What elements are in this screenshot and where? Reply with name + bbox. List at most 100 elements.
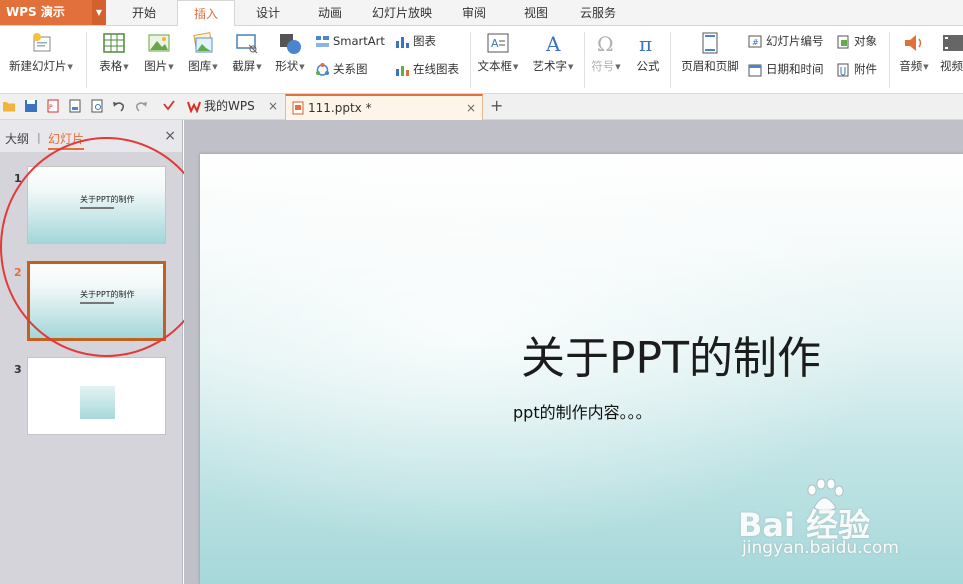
shape-button[interactable]: 形状▼ [270, 31, 310, 74]
screenshot-icon [236, 34, 258, 54]
online-chart-button[interactable]: 在线图表 [395, 60, 459, 78]
table-icon [103, 33, 125, 53]
formula-label: 公式 [636, 59, 660, 73]
smartart-label: SmartArt [333, 34, 385, 48]
tab-slideshow[interactable]: 幻灯片放映 [364, 0, 440, 26]
print-icon[interactable] [68, 99, 82, 113]
app-menu-dropdown-icon[interactable]: ▼ [92, 0, 106, 25]
thumbnail-image [80, 386, 115, 419]
wps-logo-icon [187, 101, 201, 113]
object-button[interactable]: 对象 [836, 32, 877, 50]
close-panel-icon[interactable]: × [164, 128, 176, 144]
undo-icon[interactable] [112, 99, 126, 113]
film-icon [943, 35, 963, 51]
ribbon-divider [470, 32, 471, 88]
gallery-button[interactable]: 图库▼ [183, 31, 223, 74]
smartart-icon [316, 35, 329, 47]
slides-panel-header: 大纲 | 幻灯片 × [0, 120, 182, 152]
wordart-button[interactable]: A 艺术字▼ [528, 31, 578, 74]
slide-number-button[interactable]: # 幻灯片编号 [748, 32, 824, 50]
ribbon-divider [86, 32, 87, 88]
svg-text:Ω: Ω [597, 32, 614, 55]
slide-thumbnail-3[interactable] [27, 357, 166, 435]
close-tab-icon[interactable]: × [466, 96, 476, 120]
wordart-icon: A [545, 32, 561, 55]
pptx-file-icon [292, 101, 304, 115]
slide-number-icon: # [748, 35, 762, 47]
picture-label: 图片 [144, 59, 168, 73]
doc-tab-my-wps[interactable]: 我的WPS × [182, 94, 284, 120]
audio-label: 音频 [899, 59, 923, 73]
tab-animation[interactable]: 动画 [302, 0, 358, 26]
tab-home[interactable]: 开始 [116, 0, 172, 26]
online-chart-label: 在线图表 [413, 62, 459, 76]
thumbnail-title: 关于PPT的制作 [80, 195, 135, 204]
formula-button[interactable]: π 公式 [631, 31, 665, 74]
doc-tab-label: 我的WPS [204, 99, 255, 113]
wordart-label: 艺术字 [532, 59, 568, 73]
textbox-label: 文本框 [477, 59, 513, 73]
slide-canvas[interactable]: 关于PPT的制作 ppt的制作内容。。。 [200, 154, 963, 584]
tab-insert[interactable]: 插入 [177, 0, 235, 27]
shape-label: 形状 [275, 59, 299, 73]
tab-outline[interactable]: 大纲 [5, 130, 29, 147]
ribbon-insert: 新建幻灯片▼ 表格▼ 图片▼ 图库▼ 截屏▼ 形状▼ SmartArt 图表 关… [0, 26, 963, 94]
omega-icon: Ω [597, 32, 614, 55]
slide-workspace: 关于PPT的制作 ppt的制作内容。。。 [184, 120, 963, 584]
slide-subtitle[interactable]: ppt的制作内容。。。 [513, 399, 652, 423]
ribbon-divider [889, 32, 890, 88]
video-button[interactable]: 视频 [940, 31, 963, 74]
menu-bar: WPS 演示 ▼ 开始 插入 设计 动画 幻灯片放映 审阅 视图 云服务 [0, 0, 963, 27]
tab-review[interactable]: 审阅 [446, 0, 502, 26]
symbol-label: 符号 [591, 59, 615, 73]
textbox-button[interactable]: A 文本框▼ [474, 31, 522, 74]
header-footer-label: 页眉和页脚 [681, 59, 739, 73]
svg-text:P: P [49, 104, 53, 111]
svg-text:A: A [545, 32, 561, 55]
smartart-button[interactable]: SmartArt [315, 32, 385, 50]
tab-view[interactable]: 视图 [508, 0, 564, 26]
gallery-icon [193, 32, 213, 53]
save-icon[interactable] [24, 99, 38, 113]
chart-button[interactable]: 图表 [395, 32, 436, 50]
video-label: 视频 [940, 59, 963, 73]
relation-diagram-icon [316, 62, 329, 76]
textbox-icon: A [487, 33, 509, 53]
header-footer-button[interactable]: 页眉和页脚 [678, 31, 742, 74]
object-icon [837, 35, 849, 48]
picture-button[interactable]: 图片▼ [139, 31, 179, 74]
thumbnail-title: 关于PPT的制作 [80, 290, 135, 299]
tab-cloud[interactable]: 云服务 [570, 0, 626, 26]
slide-title[interactable]: 关于PPT的制作 [521, 322, 821, 386]
tab-design[interactable]: 设计 [240, 0, 296, 26]
open-folder-icon[interactable] [2, 99, 16, 113]
relation-diagram-button[interactable]: 关系图 [315, 60, 368, 78]
slide-thumbnail-2[interactable]: 关于PPT的制作 [27, 261, 166, 341]
new-slide-icon [33, 33, 51, 52]
new-tab-plus-icon[interactable]: + [490, 94, 503, 120]
quick-access-bar: P 我的WPS × 111.pptx * × + [0, 94, 963, 120]
tab-slides[interactable]: 幻灯片 [48, 130, 85, 150]
screenshot-button[interactable]: 截屏▼ [227, 31, 267, 74]
redo-icon[interactable] [134, 99, 148, 113]
doc-tab-111-pptx[interactable]: 111.pptx * × [285, 94, 483, 120]
app-menu-button[interactable]: WPS 演示 [0, 0, 92, 25]
thumbnail-background [30, 264, 163, 338]
attachment-button[interactable]: 附件 [836, 60, 877, 78]
header-footer-icon [702, 32, 718, 54]
table-button[interactable]: 表格▼ [94, 31, 134, 74]
date-time-button[interactable]: 日期和时间 [748, 60, 824, 78]
symbol-button[interactable]: Ω 符号▼ [589, 31, 623, 74]
chart-icon [396, 36, 409, 48]
print-preview-icon[interactable] [90, 99, 104, 113]
audio-button[interactable]: 音频▼ [894, 31, 934, 74]
new-slide-button[interactable]: 新建幻灯片▼ [4, 31, 78, 74]
slide-thumbnail-1[interactable]: 关于PPT的制作 [27, 166, 166, 244]
speaker-icon [905, 35, 922, 51]
svg-text:#: # [752, 38, 759, 47]
thumbnail-subtitle-line [80, 207, 114, 209]
customize-toolbar-icon[interactable] [162, 99, 176, 113]
close-tab-icon[interactable]: × [268, 94, 278, 118]
slide-number: 1 [14, 172, 22, 185]
export-pdf-icon[interactable]: P [46, 99, 60, 113]
